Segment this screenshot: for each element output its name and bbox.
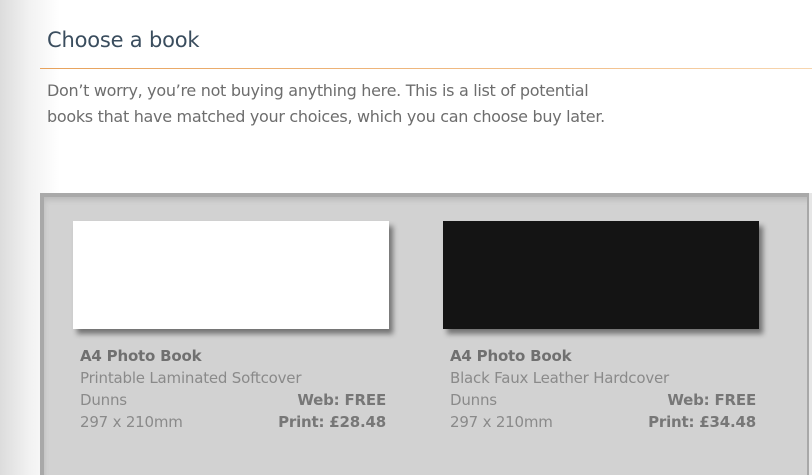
book-print-price: Print: £28.48 <box>278 413 386 431</box>
book-cover-thumbnail[interactable] <box>73 221 389 329</box>
page-title: Choose a book <box>47 28 200 52</box>
title-divider <box>40 68 812 69</box>
book-supplier: Dunns <box>80 391 127 409</box>
book-web-price: Web: FREE <box>667 391 756 409</box>
book-details: A4 Photo Book Black Faux Leather Hardcov… <box>450 345 756 433</box>
book-size: 297 x 210mm <box>450 413 553 431</box>
book-list-scrollbar[interactable] <box>807 193 812 475</box>
page: Choose a book Don’t worry, you’re not bu… <box>0 0 812 475</box>
intro-line-1: Don’t worry, you’re not buying anything … <box>47 81 589 100</box>
intro-text: Don’t worry, you’re not buying anything … <box>47 78 807 130</box>
book-cover-type: Printable Laminated Softcover <box>80 369 302 387</box>
book-card[interactable]: A4 Photo Book Printable Laminated Softco… <box>73 221 389 431</box>
book-size: 297 x 210mm <box>80 413 183 431</box>
book-size-row: 297 x 210mm Print: £34.48 <box>450 411 756 433</box>
book-cover-thumbnail[interactable] <box>443 221 759 329</box>
book-supplier: Dunns <box>450 391 497 409</box>
book-supplier-row: Dunns Web: FREE <box>450 389 756 411</box>
book-cover-type: Black Faux Leather Hardcover <box>450 369 670 387</box>
book-size-row: 297 x 210mm Print: £28.48 <box>80 411 386 433</box>
intro-line-2: books that have matched your choices, wh… <box>47 107 605 126</box>
book-card[interactable]: A4 Photo Book Black Faux Leather Hardcov… <box>443 221 759 431</box>
book-title: A4 Photo Book <box>80 347 202 365</box>
book-title: A4 Photo Book <box>450 347 572 365</box>
book-print-price: Print: £34.48 <box>648 413 756 431</box>
book-details: A4 Photo Book Printable Laminated Softco… <box>80 345 386 433</box>
book-supplier-row: Dunns Web: FREE <box>80 389 386 411</box>
book-web-price: Web: FREE <box>297 391 386 409</box>
